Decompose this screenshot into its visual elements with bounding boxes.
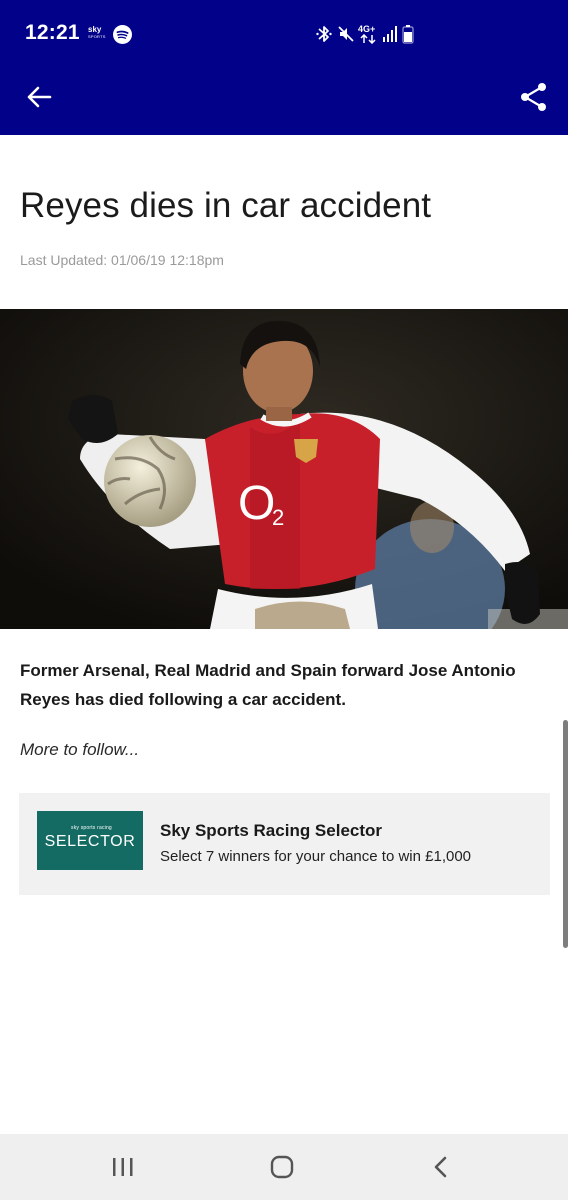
racing-selector-promo[interactable]: sky sports racing SELECTOR Sky Sports Ra… xyxy=(19,793,550,895)
svg-text:2: 2 xyxy=(272,505,284,530)
system-back-button[interactable] xyxy=(421,1152,461,1182)
status-bar: 12:21 sky SPORTS 4G+ xyxy=(0,0,568,68)
scrollbar[interactable] xyxy=(563,720,568,948)
back-icon xyxy=(434,1156,447,1178)
share-button[interactable] xyxy=(516,79,552,115)
back-button[interactable] xyxy=(22,80,56,114)
promo-title: Sky Sports Racing Selector xyxy=(160,821,383,840)
article-headline: Reyes dies in car accident xyxy=(20,186,432,225)
football-player-image: O 2 xyxy=(0,309,568,629)
back-arrow-icon xyxy=(27,86,52,108)
home-button[interactable] xyxy=(262,1152,302,1182)
selector-logo-text: SELECTOR xyxy=(44,833,136,850)
recent-apps-button[interactable] xyxy=(103,1152,143,1182)
promo-subtitle: Select 7 winners for your chance to win … xyxy=(160,848,472,865)
home-icon xyxy=(270,1155,294,1179)
network-4g-icon: 4G+ xyxy=(358,24,380,46)
system-nav-bar xyxy=(0,1134,568,1200)
article-lead: Former Arsenal, Real Madrid and Spain fo… xyxy=(20,661,516,709)
article-photo[interactable]: O 2 xyxy=(0,309,568,629)
recent-apps-icon xyxy=(113,1158,133,1176)
bluetooth-icon xyxy=(316,26,332,42)
share-icon xyxy=(521,83,546,111)
last-updated: Last Updated: 01/06/19 12:18pm xyxy=(20,252,224,268)
sky-sports-icon: sky SPORTS xyxy=(88,26,106,42)
mute-icon xyxy=(338,26,354,42)
network-label: 4G+ xyxy=(358,24,376,34)
selector-logo: sky sports racing SELECTOR xyxy=(37,811,143,870)
sky-sports-icon-top: sky xyxy=(88,25,102,34)
status-time: 12:21 xyxy=(25,21,80,44)
spotify-icon xyxy=(113,25,132,44)
app-header: 12:21 sky SPORTS 4G+ xyxy=(0,0,568,135)
more-to-follow: More to follow... xyxy=(20,740,140,759)
battery-icon xyxy=(402,25,414,44)
signal-icon xyxy=(383,26,397,42)
sky-sports-icon-bottom: SPORTS xyxy=(88,34,106,39)
selector-logo-small: sky sports racing xyxy=(71,825,112,831)
svg-text:O: O xyxy=(238,477,275,530)
